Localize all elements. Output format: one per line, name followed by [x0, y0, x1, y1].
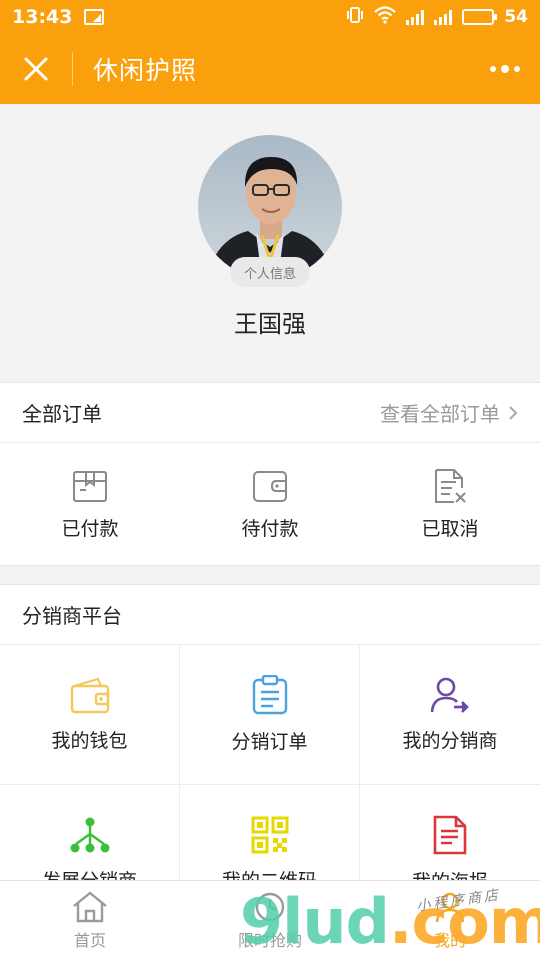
close-icon	[24, 57, 48, 81]
wifi-icon	[374, 6, 397, 28]
poster-icon	[432, 815, 468, 855]
close-button[interactable]	[0, 34, 72, 104]
title-bar: 休闲护照	[0, 34, 540, 104]
view-all-orders-label: 查看全部订单	[380, 402, 500, 426]
my-wallet-item[interactable]: 我的钱包	[0, 645, 180, 785]
distribution-orders-label: 分销订单	[231, 731, 308, 753]
my-wallet-label: 我的钱包	[51, 730, 128, 752]
cancel-doc-icon	[432, 468, 468, 504]
nav-flash-sale[interactable]: 限时抢购	[180, 881, 360, 960]
orders-title: 全部订单	[22, 402, 102, 426]
order-cancelled-label: 已取消	[421, 518, 479, 540]
nav-home[interactable]: 首页	[0, 881, 180, 960]
home-icon	[73, 890, 107, 922]
image-notification-icon	[84, 9, 105, 25]
my-distributors-label: 我的分销商	[402, 730, 498, 752]
network-icon	[70, 816, 110, 854]
box-icon	[72, 468, 108, 504]
profile-section: 个人信息 王国强	[0, 104, 540, 381]
signal-icon	[434, 9, 453, 25]
status-time: 13:43	[12, 6, 73, 28]
status-bar: 13:43 54	[0, 0, 540, 34]
order-pending[interactable]: 待付款	[180, 443, 360, 566]
more-dot-icon	[501, 65, 509, 73]
order-pending-label: 待付款	[241, 518, 299, 540]
clipboard-icon	[251, 675, 289, 715]
vibrate-icon	[346, 6, 364, 28]
more-dot-icon	[514, 66, 520, 72]
order-paid[interactable]: 已付款	[0, 443, 180, 566]
title-divider	[72, 52, 73, 86]
signal-4g-icon	[406, 9, 425, 25]
order-status-row: 已付款 待付款 已取消	[0, 443, 540, 566]
battery-percent: 54	[504, 7, 528, 27]
chevron-right-icon	[509, 405, 518, 420]
wallet-icon	[70, 676, 110, 714]
clock-icon	[255, 892, 285, 921]
orders-card: 全部订单 查看全部订单 已付款 待付款 已取消	[0, 382, 540, 566]
my-distributors-item[interactable]: 我的分销商	[360, 645, 540, 785]
more-button[interactable]	[470, 34, 540, 104]
platform-header: 分销商平台	[0, 585, 540, 645]
battery-icon	[462, 9, 498, 25]
order-paid-label: 已付款	[61, 518, 119, 540]
user-add-icon	[430, 676, 470, 714]
nav-mine-label: 我的	[433, 930, 466, 950]
orders-header: 全部订单 查看全部订单	[0, 383, 540, 443]
view-all-orders-link[interactable]: 查看全部订单	[380, 398, 518, 427]
order-cancelled[interactable]: 已取消	[360, 443, 540, 566]
qrcode-icon	[251, 816, 289, 854]
nav-home-label: 首页	[73, 930, 106, 950]
personal-info-badge[interactable]: 个人信息	[230, 257, 310, 287]
distributor-platform: 分销商平台 我的钱包 分销订单 我的分销商	[0, 584, 540, 925]
more-dot-icon	[490, 66, 496, 72]
page-title: 休闲护照	[93, 56, 198, 85]
page: 13:43 54 休闲护照 个人信息 王国强 全部订单 查看全部订单 已付款 待…	[0, 0, 540, 960]
nav-flash-sale-label: 限时抢购	[237, 930, 302, 950]
avatar-button[interactable]: 个人信息	[198, 135, 342, 287]
wallet-icon	[252, 468, 288, 504]
distribution-orders-item[interactable]: 分销订单	[180, 645, 360, 785]
platform-title: 分销商平台	[22, 604, 122, 628]
user-name: 王国强	[234, 310, 306, 338]
